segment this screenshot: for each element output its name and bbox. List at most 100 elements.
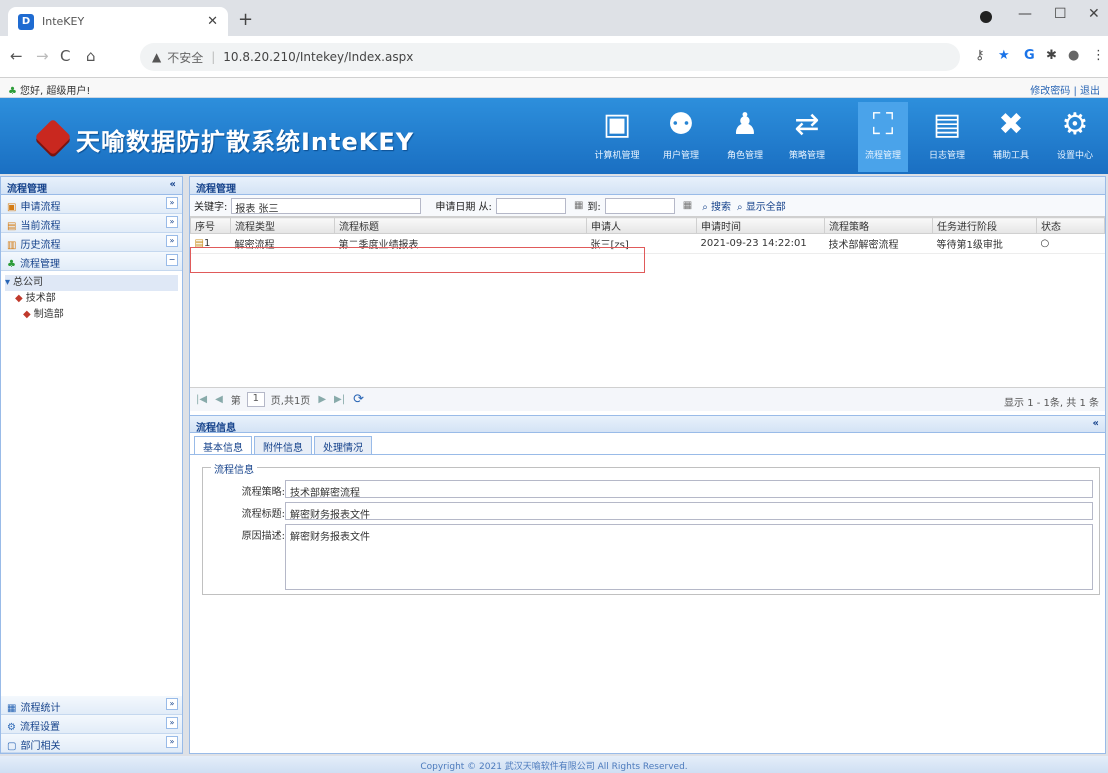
key-icon[interactable]: ⚷ bbox=[975, 48, 985, 63]
reload-icon[interactable]: C bbox=[60, 47, 70, 65]
collapse-icon[interactable]: « bbox=[1093, 418, 1099, 429]
menu-label: 设置中心 bbox=[1056, 151, 1093, 161]
col-no[interactable]: 序号 bbox=[190, 217, 231, 234]
new-tab-icon[interactable]: + bbox=[238, 9, 253, 30]
page-input[interactable]: 1 bbox=[246, 392, 265, 407]
col-type[interactable]: 流程类型 bbox=[230, 217, 335, 234]
greeting: ♣ 您好, 超级用户! bbox=[8, 82, 90, 97]
back-icon[interactable]: ← bbox=[10, 47, 23, 65]
org-tree: ▾ 总公司 ◆ 技术部 ◆ 制造部 bbox=[1, 271, 182, 327]
date-to-label: 到: bbox=[587, 202, 601, 213]
table-header-row: 序号 流程类型 流程标题 申请人 申请时间 流程策略 任务进行阶段 状态 bbox=[190, 217, 1105, 234]
sidebar-item-settings[interactable]: ⚙ 流程设置 » bbox=[1, 715, 182, 734]
menu-log[interactable]: ▤ 日志管理 bbox=[922, 102, 972, 172]
tree-node-tech[interactable]: ◆ 技术部 bbox=[5, 291, 178, 307]
sidebar-item-current[interactable]: ▤ 当前流程 » bbox=[1, 214, 182, 233]
collapse-section-icon[interactable]: − bbox=[166, 254, 178, 266]
prev-page-icon[interactable]: ◀ bbox=[215, 394, 223, 405]
menu-label: 辅助工具 bbox=[992, 151, 1029, 161]
sidebar-item-apply[interactable]: ▣ 申请流程 » bbox=[1, 195, 182, 214]
page-summary: 显示 1 - 1条, 共 1 条 bbox=[1004, 398, 1099, 409]
google-icon[interactable]: G bbox=[1024, 48, 1035, 63]
manage-icon: ♣ bbox=[7, 259, 16, 270]
tab-attachments[interactable]: 附件信息 bbox=[254, 436, 312, 454]
search-icon: ⌕ bbox=[702, 202, 708, 213]
last-page-icon[interactable]: ▶| bbox=[334, 394, 345, 405]
keyword-input[interactable]: 报表 张三 bbox=[231, 197, 422, 215]
menu-label: 用户管理 bbox=[662, 151, 699, 161]
tree-node-manufacture[interactable]: ◆ 制造部 bbox=[5, 307, 178, 323]
expand-icon[interactable]: » bbox=[166, 235, 178, 247]
tree-node-label: 制造部 bbox=[33, 309, 64, 320]
account-links[interactable]: 修改密码 | 退出 bbox=[1030, 82, 1100, 97]
date-from-input[interactable] bbox=[495, 197, 566, 214]
table-row[interactable]: ▤1 解密流程 第二季度业绩报表 张三[zs] 2021-09-23 14:22… bbox=[190, 233, 1105, 254]
expand-icon[interactable]: » bbox=[166, 736, 178, 748]
title-field[interactable]: 解密财务报表文件 bbox=[285, 502, 1093, 521]
field-reason: 原因描述: 解密财务报表文件 bbox=[203, 524, 1101, 590]
sidebar-item-manage[interactable]: ♣ 流程管理 − bbox=[1, 252, 182, 271]
expand-icon[interactable]: » bbox=[166, 216, 178, 228]
url-field[interactable]: ▲ 不安全 | 10.8.20.210/Intekey/Index.aspx bbox=[140, 43, 960, 71]
close-window-icon[interactable]: ✕ bbox=[1088, 6, 1100, 22]
cell-stage: 等待第1级审批 bbox=[932, 233, 1037, 254]
profile-icon[interactable] bbox=[980, 11, 992, 23]
bookmark-star-icon[interactable]: ★ bbox=[998, 48, 1010, 63]
user-bar: ♣ 您好, 超级用户! 修改密码 | 退出 bbox=[0, 78, 1108, 98]
first-page-icon[interactable]: |◀ bbox=[196, 394, 207, 405]
account-icon[interactable]: ● bbox=[1068, 48, 1079, 63]
col-applicant[interactable]: 申请人 bbox=[586, 217, 697, 234]
tab-handling[interactable]: 处理情况 bbox=[314, 436, 372, 454]
refresh-icon[interactable]: ⟳ bbox=[353, 392, 364, 407]
keyword-label: 关键字: bbox=[194, 202, 228, 213]
menu-users[interactable]: ⚉ 用户管理 bbox=[656, 102, 706, 172]
col-title[interactable]: 流程标题 bbox=[334, 217, 587, 234]
field-label: 流程策略: bbox=[241, 487, 285, 498]
date-to-input[interactable] bbox=[604, 197, 675, 214]
sidebar-item-dept[interactable]: ▢ 部门相关 » bbox=[1, 734, 182, 753]
sidebar-item-stats[interactable]: ▦ 流程统计 » bbox=[1, 696, 182, 715]
search-button-label: 搜索 bbox=[711, 202, 732, 213]
cell-type: 解密流程 bbox=[230, 233, 335, 254]
policy-field[interactable]: 技术部解密流程 bbox=[285, 480, 1093, 499]
menu-settings[interactable]: ⚙ 设置中心 bbox=[1050, 102, 1100, 172]
menu-tools[interactable]: ✖ 辅助工具 bbox=[986, 102, 1036, 172]
tree-node-root[interactable]: ▾ 总公司 bbox=[5, 275, 178, 291]
expand-icon[interactable]: » bbox=[166, 717, 178, 729]
menu-label: 流程管理 bbox=[864, 151, 901, 161]
collapse-icon[interactable]: « bbox=[170, 179, 176, 190]
menu-policy[interactable]: ⇄ 策略管理 bbox=[782, 102, 832, 172]
sidebar-item-history[interactable]: ▥ 历史流程 » bbox=[1, 233, 182, 252]
field-label: 原因描述: bbox=[241, 531, 285, 542]
menu-roles[interactable]: ♟ 角色管理 bbox=[720, 102, 770, 172]
main-panel: 流程管理 关键字: 报表 张三 申请日期 从: ▦ 到: ▦ ⌕ 搜索 ⌕ 显示… bbox=[189, 176, 1106, 754]
browser-tab[interactable]: D InteKEY ✕ bbox=[8, 7, 228, 36]
next-page-icon[interactable]: ▶ bbox=[318, 394, 326, 405]
expand-icon[interactable]: » bbox=[166, 698, 178, 710]
calendar-icon[interactable]: ▦ bbox=[574, 200, 583, 211]
greeting-text: 您好, 超级用户! bbox=[19, 86, 91, 97]
home-icon[interactable]: ⌂ bbox=[86, 47, 96, 65]
col-time[interactable]: 申请时间 bbox=[696, 217, 825, 234]
detail-title: 流程信息 bbox=[196, 423, 236, 434]
menu-icon[interactable]: ⋮ bbox=[1092, 48, 1105, 63]
minimize-icon[interactable]: — bbox=[1018, 6, 1032, 22]
settings-icon: ⚙ bbox=[7, 722, 16, 733]
menu-flow[interactable]: ⛶ 流程管理 bbox=[858, 102, 908, 172]
calendar-icon[interactable]: ▦ bbox=[683, 200, 692, 211]
menu-computer[interactable]: ▣ 计算机管理 bbox=[592, 102, 642, 172]
show-all-button[interactable]: ⌕ 显示全部 bbox=[737, 198, 786, 213]
search-button[interactable]: ⌕ 搜索 bbox=[702, 198, 731, 213]
maximize-icon[interactable]: ☐ bbox=[1054, 6, 1067, 22]
close-tab-icon[interactable]: ✕ bbox=[207, 14, 218, 29]
extensions-icon[interactable]: ✱ bbox=[1046, 48, 1057, 63]
field-title: 流程标题: 解密财务报表文件 bbox=[203, 502, 1101, 521]
reason-field[interactable]: 解密财务报表文件 bbox=[285, 524, 1093, 590]
tab-basic-info[interactable]: 基本信息 bbox=[194, 436, 252, 454]
expand-icon[interactable]: » bbox=[166, 197, 178, 209]
roles-icon: ♟ bbox=[731, 107, 759, 142]
col-policy[interactable]: 流程策略 bbox=[824, 217, 933, 234]
col-stage[interactable]: 任务进行阶段 bbox=[932, 217, 1037, 234]
col-status[interactable]: 状态 bbox=[1036, 217, 1105, 234]
forward-icon[interactable]: → bbox=[36, 47, 49, 65]
